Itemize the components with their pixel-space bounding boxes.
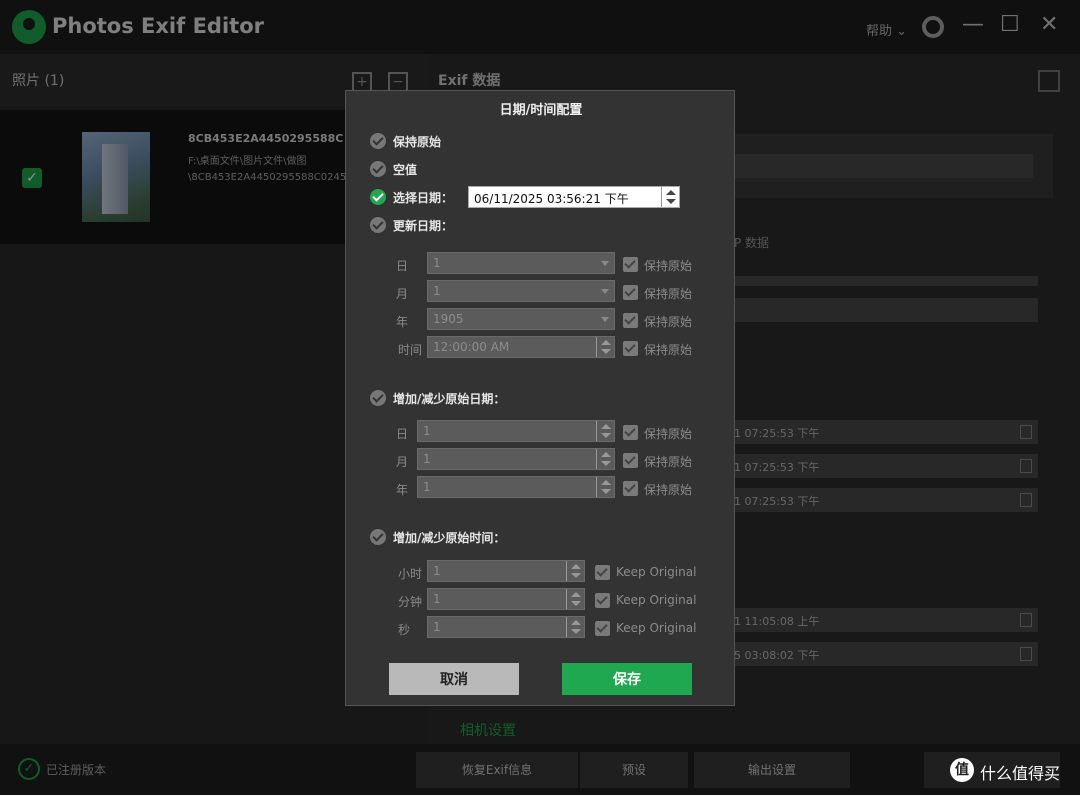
chevron-down-icon bbox=[601, 289, 609, 294]
spin-up-icon[interactable] bbox=[571, 620, 581, 625]
shift-second-input[interactable]: 1 bbox=[427, 616, 585, 638]
update-time-keep-label: 保持原始 bbox=[644, 343, 693, 357]
shift-minute-label: 分钟 bbox=[397, 595, 422, 609]
shift-month-label: 月 bbox=[395, 455, 408, 469]
month-spinner[interactable] bbox=[596, 449, 614, 469]
radio-keep-original[interactable] bbox=[370, 133, 386, 149]
shift-year-label: 年 bbox=[395, 483, 408, 497]
shift-second-keep-checkbox[interactable] bbox=[595, 621, 610, 636]
update-day-keep-label: 保持原始 bbox=[644, 259, 693, 273]
shift-day-input[interactable]: 1 bbox=[417, 420, 615, 442]
radio-label-shift-date: 增加/减少原始日期： bbox=[393, 392, 506, 406]
second-spinner[interactable] bbox=[566, 617, 584, 637]
hour-spinner[interactable] bbox=[566, 561, 584, 581]
update-year-value: 1905 bbox=[433, 312, 464, 326]
dialog-title: 日期/时间配置 bbox=[499, 103, 583, 118]
time-spinner[interactable] bbox=[596, 337, 614, 357]
spin-up-icon[interactable] bbox=[601, 340, 611, 345]
update-time-input[interactable]: 12:00:00 AM bbox=[427, 336, 615, 358]
spin-up-icon[interactable] bbox=[601, 424, 611, 429]
update-year-keep-label: 保持原始 bbox=[644, 315, 693, 329]
shift-day-keep-label: 保持原始 bbox=[644, 427, 693, 441]
radio-choose-date[interactable] bbox=[370, 189, 386, 205]
spin-up-icon[interactable] bbox=[571, 592, 581, 597]
shift-minute-input[interactable]: 1 bbox=[427, 588, 585, 610]
shift-hour-value: 1 bbox=[433, 564, 441, 578]
update-month-keep-label: 保持原始 bbox=[644, 287, 693, 301]
spin-down-icon[interactable] bbox=[666, 199, 676, 204]
day-spinner[interactable] bbox=[596, 421, 614, 441]
radio-label-empty: 空值 bbox=[393, 163, 418, 177]
shift-month-keep-checkbox[interactable] bbox=[623, 453, 638, 468]
radio-update-date[interactable] bbox=[370, 217, 386, 233]
watermark-text: 什么值得买 bbox=[980, 764, 1061, 783]
minute-spinner[interactable] bbox=[566, 589, 584, 609]
radio-label-keep: 保持原始 bbox=[393, 135, 442, 149]
spin-up-icon[interactable] bbox=[601, 452, 611, 457]
update-time-value: 12:00:00 AM bbox=[433, 340, 510, 354]
update-day-label: 日 bbox=[395, 259, 408, 273]
chevron-down-icon bbox=[601, 261, 609, 266]
spin-up-icon[interactable] bbox=[601, 480, 611, 485]
radio-label-update: 更新日期： bbox=[393, 219, 454, 233]
chosen-date-input[interactable]: 06/11/2025 03:56:21 下午 bbox=[468, 186, 680, 208]
spin-down-icon[interactable] bbox=[571, 573, 581, 578]
radio-empty[interactable] bbox=[370, 161, 386, 177]
shift-month-keep-label: 保持原始 bbox=[644, 455, 693, 469]
chosen-date-value: 06/11/2025 03:56:21 下午 bbox=[474, 192, 629, 206]
update-day-select[interactable]: 1 bbox=[427, 252, 615, 274]
shift-hour-label: 小时 bbox=[397, 567, 422, 581]
spin-up-icon[interactable] bbox=[571, 564, 581, 569]
year-spinner[interactable] bbox=[596, 477, 614, 497]
shift-hour-keep-checkbox[interactable] bbox=[595, 565, 610, 580]
spin-down-icon[interactable] bbox=[601, 489, 611, 494]
shift-minute-keep-checkbox[interactable] bbox=[595, 593, 610, 608]
update-month-value: 1 bbox=[433, 284, 441, 298]
spin-up-icon[interactable] bbox=[666, 190, 676, 195]
shift-hour-input[interactable]: 1 bbox=[427, 560, 585, 582]
shift-hour-keep-label: Keep Original bbox=[616, 565, 697, 579]
update-year-select[interactable]: 1905 bbox=[427, 308, 615, 330]
shift-year-keep-checkbox[interactable] bbox=[623, 481, 638, 496]
spin-down-icon[interactable] bbox=[601, 461, 611, 466]
update-day-keep-checkbox[interactable] bbox=[623, 257, 638, 272]
shift-second-value: 1 bbox=[433, 620, 441, 634]
date-spinner[interactable] bbox=[661, 187, 679, 207]
chevron-down-icon bbox=[601, 317, 609, 322]
update-year-keep-checkbox[interactable] bbox=[623, 313, 638, 328]
shift-second-label: 秒 bbox=[397, 623, 410, 637]
shift-month-input[interactable]: 1 bbox=[417, 448, 615, 470]
shift-minute-value: 1 bbox=[433, 592, 441, 606]
shift-year-keep-label: 保持原始 bbox=[644, 483, 693, 497]
radio-shift-date[interactable] bbox=[370, 390, 386, 406]
shift-minute-keep-label: Keep Original bbox=[616, 593, 697, 607]
datetime-config-dialog: 日期/时间配置 保持原始 空值 选择日期： 06/11/2025 03:56:2… bbox=[345, 90, 735, 706]
shift-second-keep-label: Keep Original bbox=[616, 621, 697, 635]
spin-down-icon[interactable] bbox=[571, 629, 581, 634]
radio-label-shift-time: 增加/减少原始时间： bbox=[393, 531, 506, 545]
update-month-keep-checkbox[interactable] bbox=[623, 285, 638, 300]
spin-down-icon[interactable] bbox=[601, 433, 611, 438]
save-button[interactable]: 保存 bbox=[562, 663, 692, 695]
spin-down-icon[interactable] bbox=[601, 349, 611, 354]
watermark-logo: 值 bbox=[950, 758, 974, 782]
spin-down-icon[interactable] bbox=[571, 601, 581, 606]
cancel-button[interactable]: 取消 bbox=[389, 663, 519, 695]
shift-day-label: 日 bbox=[395, 427, 408, 441]
shift-year-value: 1 bbox=[423, 480, 431, 494]
shift-day-keep-checkbox[interactable] bbox=[623, 425, 638, 440]
shift-year-input[interactable]: 1 bbox=[417, 476, 615, 498]
shift-day-value: 1 bbox=[423, 424, 431, 438]
radio-shift-time[interactable] bbox=[370, 529, 386, 545]
update-month-select[interactable]: 1 bbox=[427, 280, 615, 302]
shift-month-value: 1 bbox=[423, 452, 431, 466]
update-month-label: 月 bbox=[395, 287, 408, 301]
update-day-value: 1 bbox=[433, 256, 441, 270]
update-time-label: 时间 bbox=[397, 343, 422, 357]
update-time-keep-checkbox[interactable] bbox=[623, 341, 638, 356]
radio-label-choose: 选择日期： bbox=[393, 191, 454, 205]
update-year-label: 年 bbox=[395, 315, 408, 329]
